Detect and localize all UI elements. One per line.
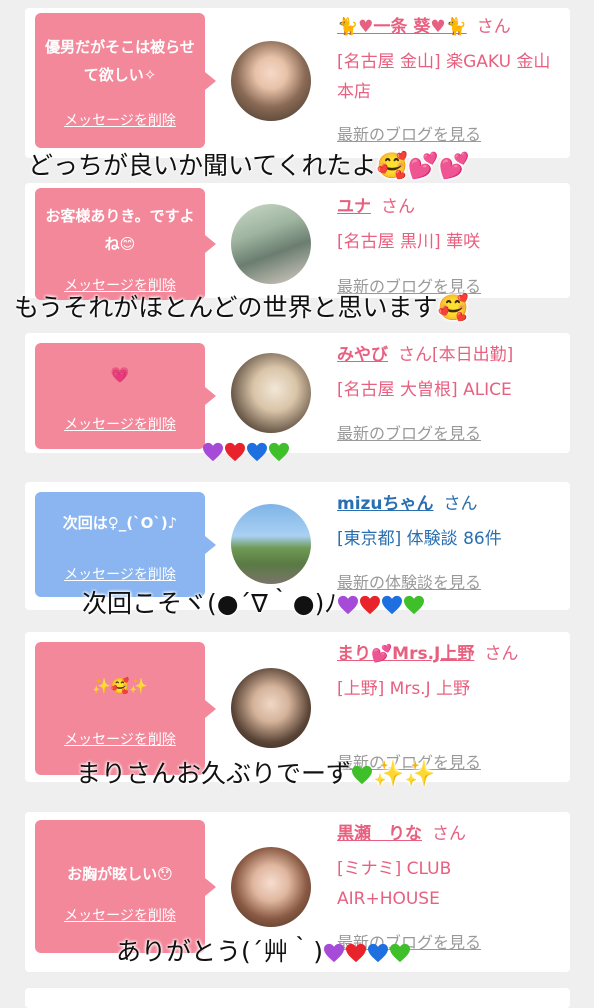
caption-5-row: ありがとう(´艸｀) [116, 932, 411, 968]
honorific: さん [484, 644, 519, 664]
shop-info[interactable]: [名古屋 金山] 楽GAKU 金山本店 [337, 47, 559, 107]
avatar[interactable] [231, 668, 311, 748]
message-text: ✨🥰✨ [91, 677, 149, 695]
green-heart-icon [403, 595, 425, 615]
shop-info[interactable]: [ミナミ] CLUB AIR+HOUSE [337, 854, 559, 914]
cast-name-link[interactable]: mizuちゃん [337, 494, 434, 514]
red-heart-icon [224, 442, 246, 462]
sparkles-icon: ✨✨ [373, 759, 436, 788]
shop-info[interactable]: [名古屋 黒川] 華咲 [337, 227, 559, 257]
delete-message-link[interactable]: メッセージを削除 [35, 564, 205, 584]
card-3: 💗 メッセージを削除 みやび さん[本日出勤] [名古屋 大曽根] ALICE 最… [25, 333, 570, 453]
blue-heart-icon [367, 943, 389, 963]
card-2: お客様ありき。ですよね😊 メッセージを削除 ユナ さん [名古屋 黒川] 華咲 最… [25, 183, 570, 300]
delete-message-link[interactable]: メッセージを削除 [35, 110, 205, 130]
delete-message-link[interactable]: メッセージを削除 [35, 905, 205, 925]
cast-name-link[interactable]: みやび [337, 345, 388, 365]
purple-heart-icon [337, 595, 359, 615]
caption-4: まりさんお久ぶりでーず [76, 759, 352, 788]
purple-heart-icon [202, 442, 224, 462]
shop-info[interactable]: [上野] Mrs.J 上野 [337, 674, 559, 704]
shop-info[interactable]: [名古屋 大曽根] ALICE [337, 375, 559, 405]
card-7 [25, 988, 570, 1008]
avatar[interactable] [231, 353, 311, 433]
caption-2: もうそれがほとんどの世界と思います🥰 [14, 293, 469, 322]
message-bubble: お客様ありき。ですよね😊 メッセージを削除 [35, 188, 216, 300]
message-text: お客様ありき。ですよね😊 [45, 207, 195, 253]
blue-heart-icon [381, 595, 403, 615]
honorific: さん [443, 494, 478, 514]
heart-row-1 [202, 436, 290, 465]
purple-heart-icon [323, 943, 345, 963]
caption-1: どっちが良いか聞いてくれたよ🥰💕💕 [28, 151, 470, 180]
avatar[interactable] [231, 204, 311, 284]
latest-blog-link[interactable]: 最新のブログを見る [337, 121, 481, 145]
message-text: 次回は♀_(`O`)♪ [62, 514, 178, 532]
green-heart-icon [389, 943, 411, 963]
message-text: 優男だがそこは被らせて欲しい✧ [45, 38, 195, 84]
caption-4-row: まりさんお久ぶりでーず ✨✨ [76, 754, 435, 790]
delete-message-link[interactable]: メッセージを削除 [35, 414, 205, 434]
delete-message-link[interactable]: メッセージを削除 [35, 729, 205, 749]
cast-name-link[interactable]: ユナ [337, 197, 371, 217]
cast-name-link[interactable]: 🐈♥一条 葵♥🐈 [337, 17, 467, 37]
caption-5: ありがとう(´艸｀) [116, 937, 324, 966]
message-bubble: 次回は♀_(`O`)♪ メッセージを削除 [35, 492, 216, 597]
honorific: さん[本日出勤] [398, 345, 514, 365]
red-heart-icon [345, 943, 367, 963]
caption-3-row: 次回こそヾ(●´∇｀●)ﾉ [82, 584, 425, 620]
shop-info[interactable]: [東京都] 体験談 86件 [337, 524, 559, 554]
honorific: さん [381, 197, 415, 217]
blue-heart-icon [246, 442, 268, 462]
message-bubble: 優男だがそこは被らせて欲しい✧ メッセージを削除 [35, 13, 216, 148]
avatar[interactable] [231, 41, 311, 121]
cast-name-link[interactable]: 黒瀬 りな [337, 824, 422, 844]
honorific: さん [476, 17, 511, 37]
avatar[interactable] [231, 847, 311, 927]
message-bubble: 💗 メッセージを削除 [35, 343, 216, 449]
avatar[interactable] [231, 504, 311, 584]
latest-blog-link[interactable]: 最新のブログを見る [337, 420, 481, 444]
caption-3: 次回こそヾ(●´∇｀●)ﾉ [82, 589, 337, 618]
green-heart-icon [268, 442, 290, 462]
red-heart-icon [359, 595, 381, 615]
green-heart-icon [351, 765, 373, 785]
honorific: さん [432, 824, 466, 844]
message-text: お胸が眩しい😯 [67, 865, 173, 883]
message-text: 💗 [110, 366, 130, 384]
cast-name-link[interactable]: まり💕Mrs.J上野 [337, 644, 474, 664]
card-1: 優男だがそこは被らせて欲しい✧ メッセージを削除 🐈♥一条 葵♥🐈 さん [名古屋… [25, 8, 570, 158]
